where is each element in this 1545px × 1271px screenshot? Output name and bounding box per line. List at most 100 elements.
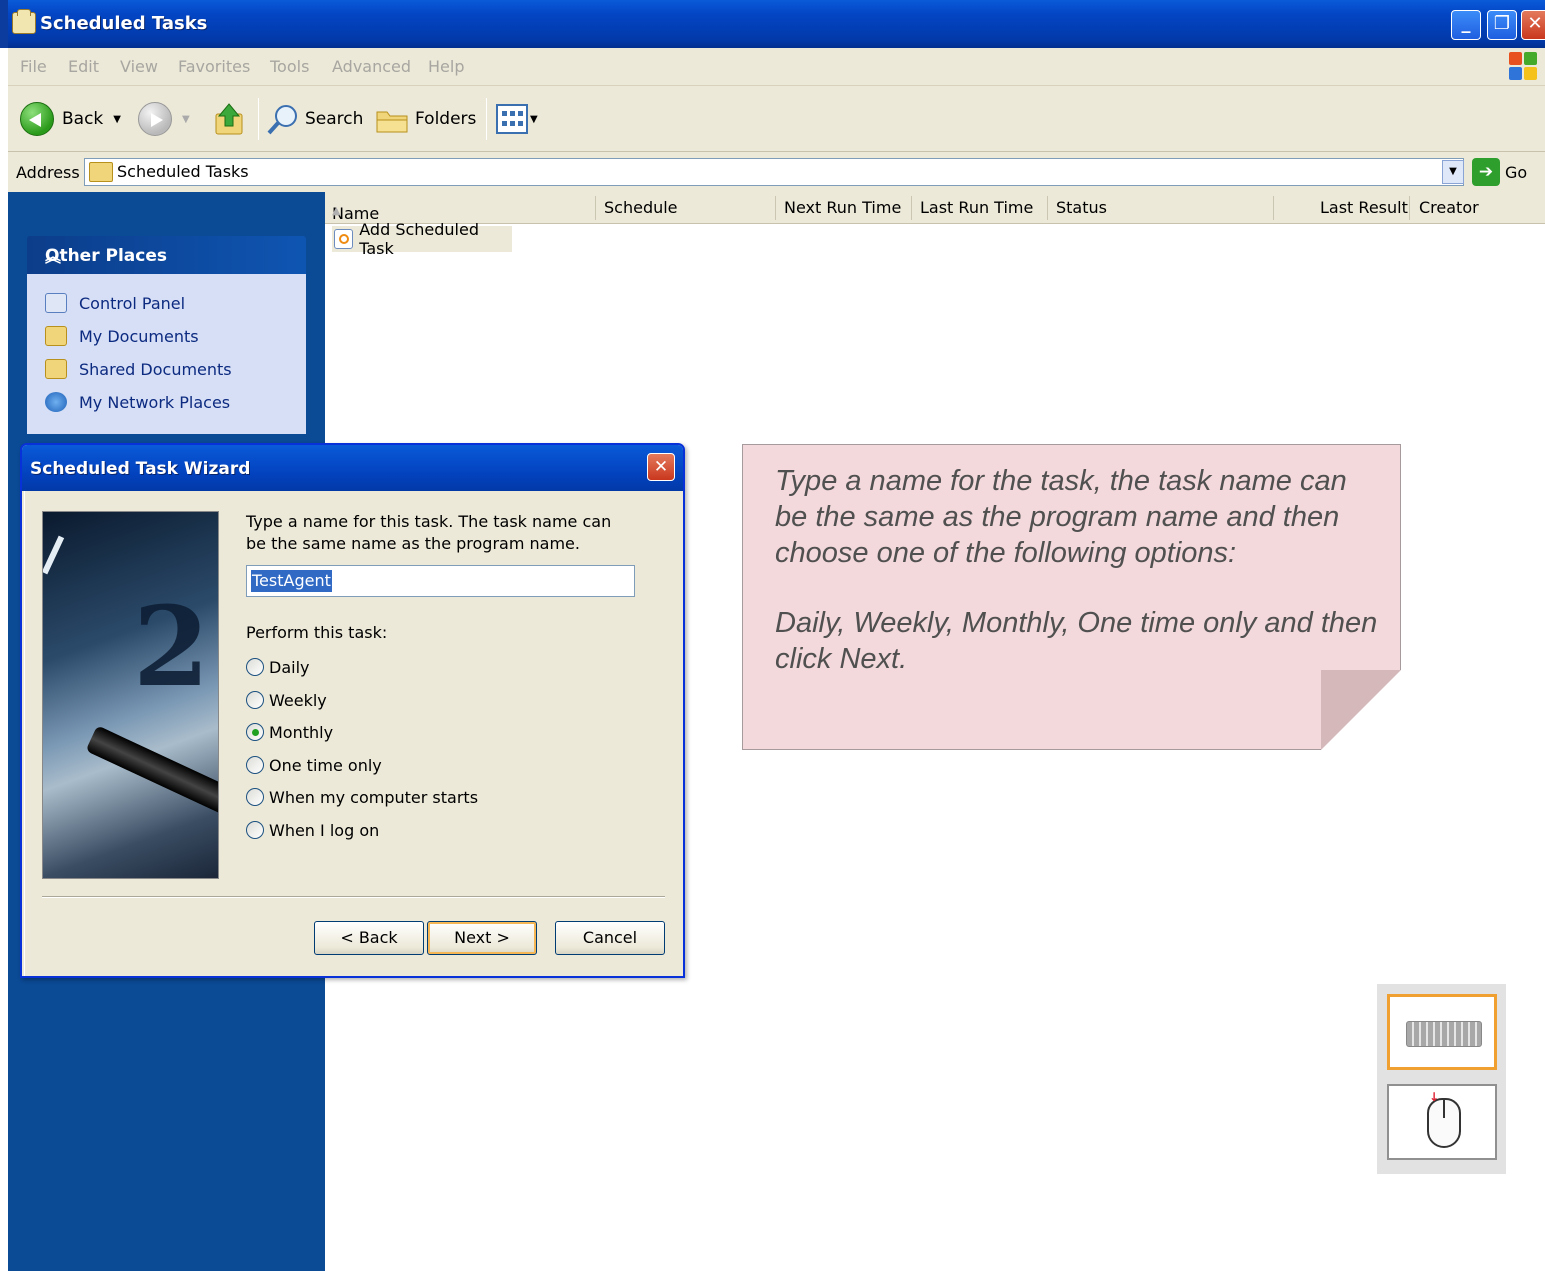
column-last-result[interactable]: Last Result bbox=[1320, 198, 1408, 217]
menu-edit[interactable]: Edit bbox=[68, 57, 99, 76]
radio-label: When my computer starts bbox=[269, 787, 479, 807]
radio-when-computer-starts[interactable]: When my computer starts bbox=[246, 784, 478, 810]
search-label: Search bbox=[305, 109, 364, 129]
task-name-value: TestAgent bbox=[251, 570, 332, 592]
column-divider[interactable] bbox=[775, 196, 776, 220]
column-last-run-time[interactable]: Last Run Time bbox=[920, 198, 1033, 217]
scheduled-task-wizard-dialog: Scheduled Task Wizard ✕ 2 Type a name fo… bbox=[20, 443, 685, 978]
menu-view[interactable]: View bbox=[120, 57, 158, 76]
radio-button-icon bbox=[246, 788, 264, 806]
collapse-chevron-icon[interactable]: ︽ bbox=[45, 243, 294, 267]
other-places-header[interactable]: Other Places ︽ bbox=[27, 236, 306, 274]
radio-weekly[interactable]: Weekly bbox=[246, 687, 327, 713]
folders-label: Folders bbox=[415, 109, 477, 129]
other-places-item-label: My Documents bbox=[79, 326, 199, 346]
keyboard-icon bbox=[1406, 1021, 1482, 1047]
toolbar: Back ▼ ▼ Search Folders ▼ bbox=[8, 86, 1545, 152]
other-places-list: Control Panel My Documents Shared Docume… bbox=[27, 274, 306, 434]
other-places-item-my-network-places[interactable]: My Network Places bbox=[45, 389, 230, 415]
address-dropdown-button[interactable]: ▼ bbox=[1442, 160, 1464, 184]
radio-label: Monthly bbox=[269, 722, 334, 742]
radio-daily[interactable]: Daily bbox=[246, 654, 309, 680]
restore-button[interactable]: ❐ bbox=[1487, 10, 1517, 40]
radio-button-selected-icon bbox=[246, 723, 264, 741]
page-curl-shape bbox=[1321, 670, 1401, 750]
click-indicator-icon: ↓ bbox=[1429, 1090, 1440, 1104]
column-divider[interactable] bbox=[1047, 196, 1048, 220]
go-button[interactable]: Go bbox=[1505, 163, 1527, 182]
up-folder-button[interactable] bbox=[213, 102, 245, 136]
chevron-down-icon[interactable]: ▼ bbox=[182, 114, 190, 125]
address-input[interactable]: Scheduled Tasks bbox=[84, 158, 1464, 186]
radio-monthly[interactable]: Monthly bbox=[246, 719, 333, 745]
dialog-divider bbox=[42, 896, 665, 898]
keyboard-mode-button[interactable] bbox=[1387, 994, 1497, 1070]
toolbar-divider bbox=[258, 98, 259, 140]
wizard-back-button[interactable]: < Back bbox=[314, 921, 424, 955]
menu-tools[interactable]: Tools bbox=[270, 57, 309, 76]
address-label: Address bbox=[16, 163, 80, 182]
windows-logo-icon bbox=[1509, 52, 1537, 80]
wizard-cancel-button[interactable]: Cancel bbox=[555, 921, 665, 955]
chevron-down-icon[interactable]: ▼ bbox=[113, 114, 121, 125]
dialog-title: Scheduled Task Wizard bbox=[30, 459, 251, 479]
radio-button-icon bbox=[246, 691, 264, 709]
other-places-item-my-documents[interactable]: My Documents bbox=[45, 323, 199, 349]
menu-bar: File Edit View Favorites Tools Advanced … bbox=[8, 48, 1545, 86]
perform-task-label: Perform this task: bbox=[246, 623, 388, 642]
mouse-mode-button[interactable]: ↓ bbox=[1387, 1084, 1497, 1160]
column-status[interactable]: Status bbox=[1056, 198, 1107, 217]
menu-file[interactable]: File bbox=[20, 57, 47, 76]
search-button[interactable]: Search bbox=[266, 102, 363, 136]
other-places-item-label: Control Panel bbox=[79, 293, 186, 313]
window-title: Scheduled Tasks bbox=[40, 13, 208, 34]
column-divider[interactable] bbox=[595, 196, 596, 220]
radio-label: Weekly bbox=[269, 690, 327, 710]
menu-favorites[interactable]: Favorites bbox=[178, 57, 250, 76]
column-creator[interactable]: Creator bbox=[1419, 198, 1479, 217]
other-places-item-shared-documents[interactable]: Shared Documents bbox=[45, 356, 232, 382]
wizard-next-button[interactable]: Next > bbox=[427, 921, 537, 955]
other-places-item-label: Shared Documents bbox=[79, 359, 232, 379]
column-divider[interactable] bbox=[911, 196, 912, 220]
column-next-run-time[interactable]: Next Run Time bbox=[784, 198, 901, 217]
back-button[interactable]: Back ▼ bbox=[20, 102, 121, 136]
forward-button[interactable]: ▼ bbox=[138, 102, 190, 136]
instruction-callout: Type a name for the task, the task name … bbox=[742, 444, 1401, 750]
input-mode-panel: ↓ bbox=[1377, 984, 1506, 1174]
task-name-input[interactable]: TestAgent bbox=[246, 565, 635, 597]
column-divider[interactable] bbox=[1273, 196, 1274, 220]
column-schedule[interactable]: Schedule bbox=[604, 198, 678, 217]
scheduled-tasks-icon bbox=[12, 9, 36, 34]
forward-arrow-icon bbox=[138, 102, 172, 136]
list-item[interactable]: Add Scheduled Task bbox=[332, 220, 512, 258]
radio-one-time-only[interactable]: One time only bbox=[246, 752, 382, 778]
column-divider[interactable] bbox=[1409, 196, 1410, 220]
views-icon bbox=[496, 104, 528, 134]
window-titlebar: Scheduled Tasks _ ❐ ✕ bbox=[0, 0, 1545, 48]
folders-button[interactable]: Folders bbox=[374, 102, 476, 136]
radio-when-i-log-on[interactable]: When I log on bbox=[246, 817, 379, 843]
shared-folder-icon bbox=[45, 359, 67, 379]
minimize-button[interactable]: _ bbox=[1451, 10, 1481, 40]
dialog-body: 2 Type a name for this task. The task na… bbox=[24, 491, 681, 976]
radio-label: One time only bbox=[269, 755, 382, 775]
up-folder-icon bbox=[215, 103, 243, 135]
network-globe-icon bbox=[45, 392, 67, 412]
go-arrow-icon[interactable]: ➔ bbox=[1472, 158, 1500, 186]
radio-button-icon bbox=[246, 658, 264, 676]
dialog-titlebar: Scheduled Task Wizard ✕ bbox=[22, 445, 683, 491]
other-places-item-control-panel[interactable]: Control Panel bbox=[45, 290, 185, 316]
radio-button-icon bbox=[246, 821, 264, 839]
dialog-close-button[interactable]: ✕ bbox=[647, 453, 675, 481]
close-button[interactable]: ✕ bbox=[1521, 10, 1545, 40]
views-button[interactable]: ▼ bbox=[496, 102, 538, 136]
chevron-down-icon[interactable]: ▼ bbox=[530, 114, 538, 125]
callout-paragraph: Type a name for the task, the task name … bbox=[775, 465, 1347, 569]
clock-numeral-shape: 2 bbox=[133, 582, 210, 711]
search-icon bbox=[267, 105, 297, 135]
menu-help[interactable]: Help bbox=[428, 57, 464, 76]
menu-advanced[interactable]: Advanced bbox=[332, 57, 411, 76]
back-arrow-icon bbox=[20, 102, 54, 136]
scheduled-tasks-icon bbox=[89, 162, 113, 182]
